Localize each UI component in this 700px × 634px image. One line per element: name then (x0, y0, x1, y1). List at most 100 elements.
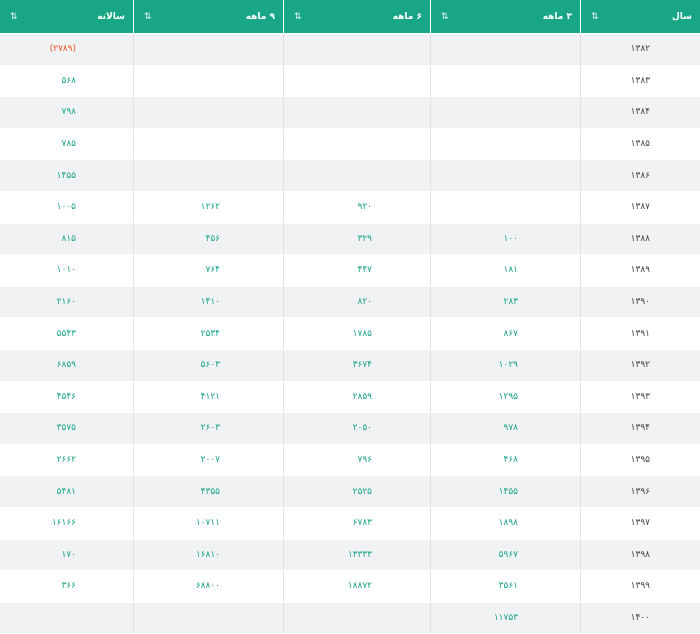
q3-value: ۱۰۰ (503, 233, 518, 244)
sort-icon[interactable]: ⇅ (144, 12, 152, 22)
cell-q6: ۳۲۹ (283, 223, 430, 255)
cell-annual: ۱۶۱۶۶ (0, 508, 133, 539)
q9-value: ۴۳۵۵ (200, 486, 220, 497)
cell-q9: ۱۶۸۱۰ (133, 539, 283, 571)
q3-value: ۵۹۶۷ (498, 549, 518, 560)
cell-annual: ۵۴۸۱ (0, 476, 133, 507)
cell-year: ۱۳۹۹ (580, 571, 700, 602)
cell-year: ۱۳۸۸ (580, 223, 700, 255)
cell-q6: ۲۸۵۹ (283, 381, 430, 413)
q6-value: ۶۷۸۳ (352, 518, 372, 529)
year-value: ۱۳۹۵ (630, 455, 650, 466)
cell-annual: ۱۰۰۵ (0, 192, 133, 223)
financial-table: سال ⇅ ۳ ماهه ⇅ ۶ ماهه ⇅ ۹ ماهه ⇅ سالانه ⇅ ۱۳۸۲ (۲۷… (0, 0, 700, 634)
annual-value: ۵۶۸ (61, 75, 76, 86)
annual-value: ۵۵۴۳ (56, 328, 76, 339)
table-row: ۱۳۹۰ ۲۸۳ ۸۲۰ ۱۴۱۰ ۲۱۶۰ (0, 286, 700, 319)
q9-value: ۷۶۴ (205, 265, 220, 276)
cell-q9 (133, 34, 283, 65)
cell-annual: ۷۸۵ (0, 129, 133, 160)
cell-year: ۱۳۹۳ (580, 381, 700, 413)
column-header-q3[interactable]: ۳ ماهه ⇅ (430, 0, 580, 33)
q3-value: ۱۰۲۹ (498, 360, 518, 371)
column-header-label: ۹ ماهه (245, 11, 275, 22)
cell-q6 (283, 602, 430, 634)
column-header-year[interactable]: سال ⇅ (580, 0, 700, 33)
q6-value: ۷۹۶ (357, 455, 372, 466)
q9-value: ۲۶۰۳ (200, 423, 220, 434)
q9-value: ۲۰۰۷ (200, 455, 220, 466)
cell-annual: ۸۱۵ (0, 224, 133, 255)
q9-value: ۱۶۸۱۰ (195, 549, 220, 560)
q6-value: ۸۲۰ (357, 297, 372, 308)
cell-q9 (133, 128, 283, 160)
cell-q3: ۸۶۷ (430, 318, 580, 349)
q6-value: ۲۰۵۰ (352, 423, 372, 434)
table-row: ۱۳۸۶ ۱۴۵۵ (0, 160, 700, 192)
q9-value: ۲۵۳۴ (200, 328, 220, 339)
year-value: ۱۳۹۳ (630, 391, 650, 402)
q3-value: ۲۸۳ (503, 297, 518, 308)
annual-value: ۲۶۶۲ (56, 455, 76, 466)
annual-value: ۱۷۰ (61, 549, 76, 560)
column-header-q6[interactable]: ۶ ماهه ⇅ (283, 0, 430, 33)
column-header-annual[interactable]: سالانه ⇅ (0, 0, 133, 33)
year-value: ۱۳۸۳ (630, 75, 650, 86)
table-row: ۱۳۸۹ ۱۸۱ ۴۴۷ ۷۶۴ ۱۰۱۰ (0, 255, 700, 287)
annual-value: ۸۱۵ (61, 233, 76, 244)
cell-q3 (430, 128, 580, 160)
table-row: ۱۳۹۹ ۳۵۶۱ ۱۸۸۷۲ ۶۸۸۰۰ ۳۶۶ (0, 571, 700, 603)
year-value: ۱۳۹۸ (630, 549, 650, 560)
year-value: ۱۳۸۸ (630, 233, 650, 244)
sort-icon[interactable]: ⇅ (441, 12, 449, 22)
cell-q9 (133, 65, 283, 97)
column-header-label: ۳ ماهه (542, 11, 572, 22)
cell-q3 (430, 160, 580, 191)
annual-value: ۵۴۸۱ (56, 486, 76, 497)
cell-annual: ۵۵۴۳ (0, 318, 133, 349)
column-header-q9[interactable]: ۹ ماهه ⇅ (133, 0, 283, 33)
table-row: ۱۳۹۳ ۱۲۹۵ ۲۸۵۹ ۴۱۲۱ ۴۵۴۶ (0, 381, 700, 414)
table-header-row: سال ⇅ ۳ ماهه ⇅ ۶ ماهه ⇅ ۹ ماهه ⇅ سالانه ⇅ (0, 0, 700, 34)
table-row: ۱۴۰۰ ۱۱۷۵۳ (0, 602, 700, 634)
column-header-label: سالانه (97, 11, 125, 22)
table-row: ۱۳۹۷ ۱۸۹۸ ۶۷۸۳ ۱۰۷۱۱ ۱۶۱۶۶ (0, 507, 700, 540)
cell-q9 (133, 160, 283, 191)
cell-year: ۱۳۹۰ (580, 286, 700, 318)
cell-q6: ۱۸۸۷۲ (283, 571, 430, 602)
sort-icon[interactable]: ⇅ (10, 12, 18, 22)
q6-value: ۱۸۸۷۲ (347, 581, 372, 592)
q3-value: ۱۴۵۵ (498, 486, 518, 497)
cell-q3: ۱۱۷۵۳ (430, 602, 580, 634)
year-value: ۱۳۹۴ (630, 423, 650, 434)
cell-annual: ۱۷۰ (0, 540, 133, 571)
year-value: ۱۳۹۱ (630, 328, 650, 339)
annual-value: ۶۸۵۹ (56, 360, 76, 371)
cell-q9 (133, 97, 283, 128)
q3-value: ۱۸۱ (503, 265, 518, 276)
cell-q6: ۱۳۳۳۳ (283, 539, 430, 571)
q6-value: ۳۶۷۴ (352, 360, 372, 371)
cell-q9: ۱۲۶۲ (133, 191, 283, 223)
cell-q3 (430, 97, 580, 128)
annual-value: ۱۰۱۰ (56, 265, 76, 276)
cell-q9: ۲۰۰۷ (133, 444, 283, 476)
annual-value: ۷۸۵ (61, 139, 76, 150)
cell-year: ۱۳۹۸ (580, 539, 700, 571)
sort-icon[interactable]: ⇅ (294, 12, 302, 22)
q3-value: ۸۶۷ (503, 328, 518, 339)
cell-q3: ۱۸۱ (430, 255, 580, 286)
annual-value: ۴۵۴۶ (56, 391, 76, 402)
cell-annual: ۳۶۶ (0, 571, 133, 602)
cell-q3: ۲۸۳ (430, 286, 580, 318)
cell-annual (0, 603, 133, 634)
cell-q6: ۸۲۰ (283, 286, 430, 318)
cell-year: ۱۳۸۵ (580, 128, 700, 160)
cell-q9: ۶۸۸۰۰ (133, 571, 283, 602)
cell-year: ۱۳۹۴ (580, 413, 700, 444)
annual-value: ۷۹۸ (61, 107, 76, 118)
sort-icon[interactable]: ⇅ (591, 12, 599, 22)
table-row: ۱۳۸۷ ۹۲۰ ۱۲۶۲ ۱۰۰۵ (0, 191, 700, 224)
column-header-label: سال (671, 11, 692, 22)
q6-value: ۱۳۳۳۳ (347, 549, 372, 560)
